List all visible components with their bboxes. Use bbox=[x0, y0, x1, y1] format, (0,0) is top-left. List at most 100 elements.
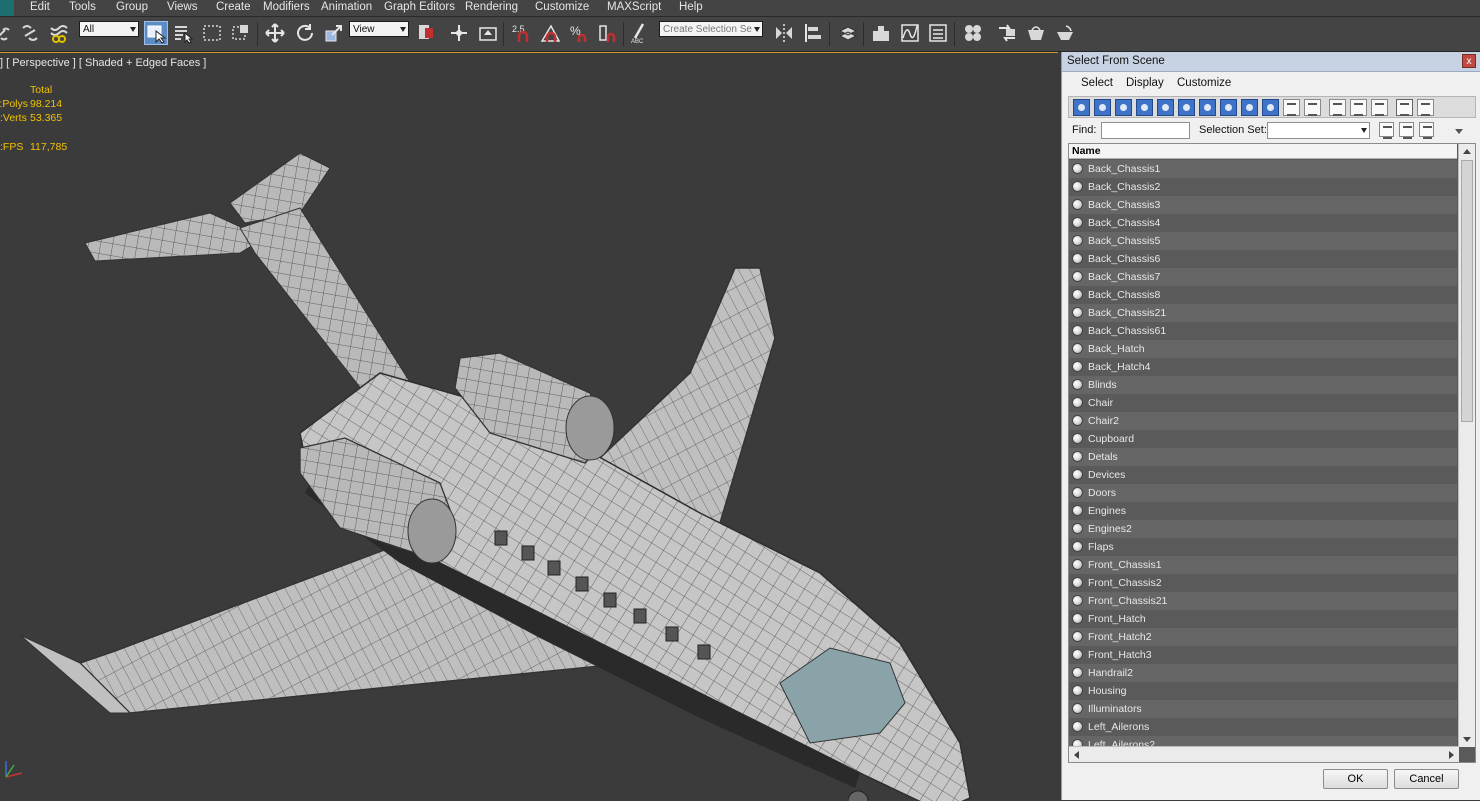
select-object-icon[interactable] bbox=[144, 21, 168, 45]
spinner-snap-icon[interactable] bbox=[596, 21, 620, 45]
bind-space-warp-icon[interactable] bbox=[47, 21, 71, 45]
menu-animation[interactable]: Animation bbox=[321, 0, 372, 16]
schematic-view-icon[interactable] bbox=[926, 21, 950, 45]
list-item[interactable]: Devices bbox=[1069, 466, 1457, 484]
angle-snap-icon[interactable] bbox=[538, 21, 562, 45]
column-header-name[interactable]: Name bbox=[1069, 144, 1457, 159]
display-xrefs-icon[interactable] bbox=[1220, 99, 1237, 116]
list-item[interactable]: Back_Chassis21 bbox=[1069, 304, 1457, 322]
menu-help[interactable]: Help bbox=[679, 0, 703, 16]
list-item[interactable]: Back_Chassis1 bbox=[1069, 160, 1457, 178]
menu-views[interactable]: Views bbox=[167, 0, 197, 16]
reference-coord-dropdown[interactable]: View bbox=[349, 21, 409, 37]
list-item[interactable]: Doors bbox=[1069, 484, 1457, 502]
list-item[interactable]: Chair bbox=[1069, 394, 1457, 412]
list-item[interactable]: Front_Hatch3 bbox=[1069, 646, 1457, 664]
menu-rendering[interactable]: Rendering bbox=[465, 0, 518, 16]
sync-selection-icon[interactable] bbox=[1379, 122, 1394, 139]
display-space-warps-icon[interactable] bbox=[1178, 99, 1195, 116]
selection-set-dropdown[interactable] bbox=[1267, 122, 1370, 139]
scroll-right-icon[interactable] bbox=[1449, 751, 1454, 759]
display-geometry-icon[interactable] bbox=[1073, 99, 1090, 116]
select-none-icon[interactable] bbox=[1350, 99, 1367, 116]
scene-object-list[interactable]: Name Back_Chassis1 Back_Chassis2 Back_Chas… bbox=[1068, 143, 1476, 763]
display-groups-icon[interactable] bbox=[1199, 99, 1216, 116]
scroll-up-icon[interactable] bbox=[1463, 149, 1471, 154]
curve-editor-icon[interactable] bbox=[898, 21, 922, 45]
list-item[interactable]: Detals bbox=[1069, 448, 1457, 466]
scroll-down-icon[interactable] bbox=[1463, 737, 1471, 742]
list-item[interactable]: Front_Hatch bbox=[1069, 610, 1457, 628]
list-item[interactable]: Back_Chassis2 bbox=[1069, 178, 1457, 196]
select-invert-icon[interactable] bbox=[1371, 99, 1388, 116]
dialog-menu-customize[interactable]: Customize bbox=[1177, 77, 1231, 89]
window-crossing-icon[interactable] bbox=[229, 21, 253, 45]
close-icon[interactable]: x bbox=[1462, 54, 1476, 68]
render-setup-icon[interactable] bbox=[995, 21, 1019, 45]
perspective-viewport[interactable]: ] [ Perspective ] [ Shaded + Edged Faces… bbox=[0, 52, 1058, 801]
menu-create[interactable]: Create bbox=[216, 0, 251, 16]
dialog-title-bar[interactable]: Select From Scene bbox=[1062, 52, 1480, 72]
dialog-menu-display[interactable]: Display bbox=[1126, 77, 1164, 89]
find-input[interactable] bbox=[1101, 122, 1190, 139]
cancel-button[interactable]: Cancel bbox=[1394, 769, 1459, 789]
selection-filter-dropdown[interactable]: All bbox=[79, 21, 139, 37]
menu-customize[interactable]: Customize bbox=[535, 0, 589, 16]
material-editor-icon[interactable] bbox=[961, 21, 985, 45]
menu-modifiers[interactable]: Modifiers bbox=[263, 0, 310, 16]
display-hidden-icon[interactable] bbox=[1304, 99, 1321, 116]
list-item[interactable]: Front_Chassis2 bbox=[1069, 574, 1457, 592]
filter-options-icon[interactable] bbox=[1417, 99, 1434, 116]
lock-cells-icon[interactable] bbox=[1399, 122, 1414, 139]
menu-maxscript[interactable]: MAXScript bbox=[607, 0, 661, 16]
graphite-icon[interactable] bbox=[869, 21, 893, 45]
list-item[interactable]: Back_Chassis3 bbox=[1069, 196, 1457, 214]
filter-icon[interactable] bbox=[1396, 99, 1413, 116]
list-item[interactable]: Front_Chassis1 bbox=[1069, 556, 1457, 574]
list-item[interactable]: Cupboard bbox=[1069, 430, 1457, 448]
menu-tools[interactable]: Tools bbox=[69, 0, 96, 16]
horizontal-scrollbar[interactable] bbox=[1069, 746, 1459, 762]
vertical-scrollbar[interactable] bbox=[1458, 144, 1475, 747]
edit-named-sets-icon[interactable]: ABC bbox=[628, 21, 652, 45]
list-item[interactable]: Back_Chassis4 bbox=[1069, 214, 1457, 232]
dialog-menu-select[interactable]: Select bbox=[1081, 77, 1113, 89]
snap-toggle-icon[interactable]: 2.5 bbox=[510, 21, 534, 45]
list-item[interactable]: Engines2 bbox=[1069, 520, 1457, 538]
list-item[interactable]: Back_Hatch4 bbox=[1069, 358, 1457, 376]
mirror-icon[interactable] bbox=[772, 21, 796, 45]
list-item[interactable]: Illuminators bbox=[1069, 700, 1457, 718]
keyboard-shortcut-icon[interactable] bbox=[476, 21, 500, 45]
move-icon[interactable] bbox=[263, 21, 287, 45]
layer-manager-icon[interactable] bbox=[836, 21, 860, 45]
viewport-label[interactable]: ] [ Perspective ] [ Shaded + Edged Faces… bbox=[0, 57, 206, 69]
display-shapes-icon[interactable] bbox=[1094, 99, 1111, 116]
display-cameras-icon[interactable] bbox=[1136, 99, 1153, 116]
list-item[interactable]: Back_Chassis7 bbox=[1069, 268, 1457, 286]
menu-group[interactable]: Group bbox=[116, 0, 148, 16]
list-item[interactable]: Back_Chassis8 bbox=[1069, 286, 1457, 304]
list-item[interactable]: Back_Chassis5 bbox=[1069, 232, 1457, 250]
list-item[interactable]: Engines bbox=[1069, 502, 1457, 520]
list-item[interactable]: Front_Hatch2 bbox=[1069, 628, 1457, 646]
scroll-left-icon[interactable] bbox=[1074, 751, 1079, 759]
airplane-wireframe-model[interactable] bbox=[0, 53, 1058, 801]
link-icon[interactable] bbox=[0, 21, 18, 45]
pivot-center-icon[interactable] bbox=[414, 21, 438, 45]
display-containers-icon[interactable] bbox=[1262, 99, 1279, 116]
display-lights-icon[interactable] bbox=[1115, 99, 1132, 116]
display-frozen-icon[interactable] bbox=[1283, 99, 1300, 116]
select-by-name-icon[interactable] bbox=[171, 21, 195, 45]
list-item[interactable]: Left_Ailerons bbox=[1069, 718, 1457, 736]
list-item[interactable]: Back_Hatch bbox=[1069, 340, 1457, 358]
select-all-icon[interactable] bbox=[1329, 99, 1346, 116]
ok-button[interactable]: OK bbox=[1323, 769, 1388, 789]
menu-edit[interactable]: Edit bbox=[30, 0, 50, 16]
named-selection-dropdown[interactable]: Create Selection Se bbox=[659, 21, 763, 37]
list-item[interactable]: Flaps bbox=[1069, 538, 1457, 556]
list-item[interactable]: Chair2 bbox=[1069, 412, 1457, 430]
menu-graph-editors[interactable]: Graph Editors bbox=[384, 0, 455, 16]
configure-columns-icon[interactable] bbox=[1419, 122, 1434, 139]
list-item[interactable]: Back_Chassis61 bbox=[1069, 322, 1457, 340]
list-item[interactable]: Back_Chassis6 bbox=[1069, 250, 1457, 268]
